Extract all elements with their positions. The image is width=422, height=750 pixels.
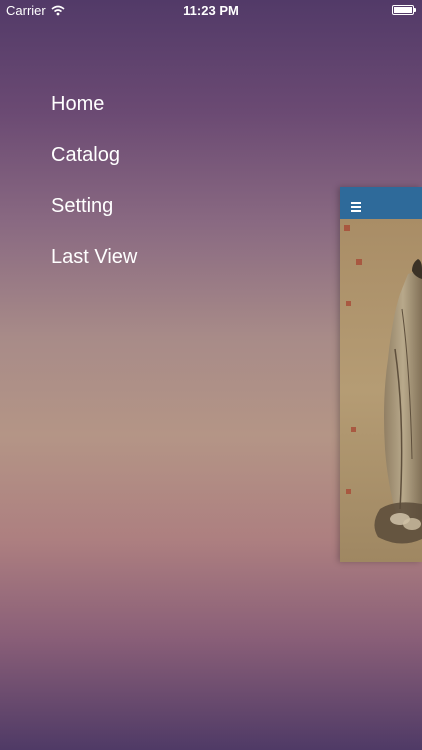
status-time: 11:23 PM	[183, 3, 239, 18]
content-panel[interactable]	[340, 187, 422, 562]
painting-illustration	[340, 219, 422, 562]
status-bar: Carrier 11:23 PM	[0, 0, 422, 22]
painting-image	[340, 219, 422, 562]
menu-item-last-view[interactable]: Last View	[51, 241, 137, 292]
content-nav-bar	[340, 187, 422, 219]
menu-item-catalog[interactable]: Catalog	[51, 139, 137, 190]
battery-icon	[392, 5, 416, 15]
menu-item-setting[interactable]: Setting	[51, 190, 137, 241]
menu-item-home[interactable]: Home	[51, 88, 137, 139]
hamburger-menu-icon[interactable]	[351, 201, 363, 213]
side-menu: Home Catalog Setting Last View	[51, 88, 137, 292]
